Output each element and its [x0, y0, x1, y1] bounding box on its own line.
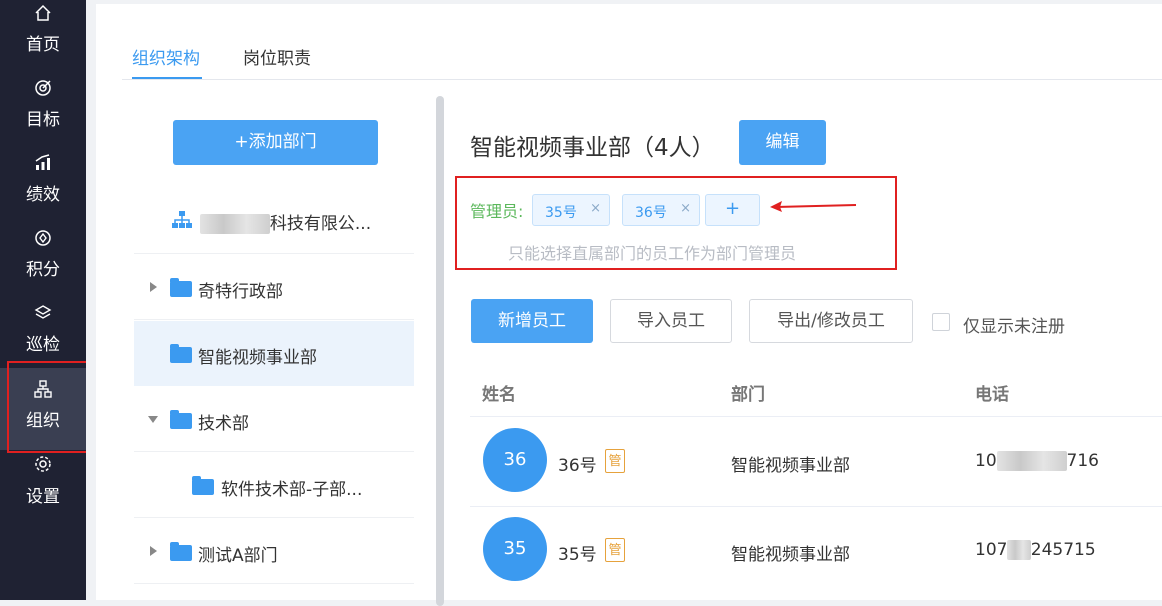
tab-org-structure[interactable]: 组织架构 [132, 44, 200, 69]
divider [134, 319, 414, 320]
tree-label: 智能视频事业部 [198, 348, 317, 368]
nav-label: 首页 [26, 35, 60, 55]
tab-job-duties[interactable]: 岗位职责 [243, 44, 311, 69]
nav-label: 绩效 [26, 185, 60, 205]
employee-phone: 107XX245715 [975, 540, 1096, 560]
unregistered-checkbox[interactable] [932, 313, 950, 331]
folder-icon [170, 410, 192, 429]
column-header-name: 姓名 [482, 385, 516, 405]
tree-label: 软件技术部-子部... [221, 480, 363, 500]
edit-button[interactable]: 编辑 [739, 120, 826, 165]
tree-label: 测试A部门 [198, 546, 278, 566]
caret-right-icon[interactable] [150, 546, 157, 556]
department-tree: +添加部门 XXXXXX科技有限公... 奇特行政部 智能视频事业部 技术部 [134, 94, 434, 604]
tree-item-tech-dept[interactable]: 技术部 [134, 387, 414, 452]
nav-label: 设置 [26, 487, 60, 507]
department-title: 智能视频事业部（4人） [470, 135, 715, 161]
employee-dept: 智能视频事业部 [731, 545, 850, 565]
nav-label: 目标 [26, 110, 60, 130]
export-employee-button[interactable]: 导出/修改员工 [749, 299, 913, 343]
tree-item-test-a[interactable]: 测试A部门 [134, 519, 414, 584]
main-area: 组织架构 岗位职责 +添加部门 XXXXXX科技有限公... 奇特行政部 智能视… [86, 0, 1162, 606]
table-divider [470, 416, 1162, 417]
tree-item-admin-dept[interactable]: 奇特行政部 [134, 255, 414, 320]
points-icon [35, 230, 51, 246]
nav-label: 巡检 [26, 335, 60, 355]
tree-item-software-subdept[interactable]: 软件技术部-子部... [134, 453, 414, 518]
divider [134, 451, 414, 452]
add-employee-button[interactable]: 新增员工 [471, 299, 593, 343]
unregistered-label: 仅显示未注册 [963, 317, 1065, 337]
tree-item-video-dept[interactable]: 智能视频事业部 [134, 321, 414, 386]
admin-badge: 管 [605, 538, 625, 562]
column-header-dept: 部门 [731, 385, 765, 405]
target-icon [35, 80, 51, 96]
home-icon [35, 4, 51, 21]
nav-item-points[interactable]: 积分 [0, 220, 86, 295]
add-department-button[interactable]: +添加部门 [173, 120, 378, 165]
table-divider [470, 506, 1162, 507]
tree-label: 奇特行政部 [198, 282, 283, 302]
nav-label: 积分 [26, 260, 60, 280]
nav-item-inspection[interactable]: 巡检 [0, 295, 86, 370]
annotation-box-admin [455, 176, 897, 270]
nav-item-home[interactable]: 首页 [0, 0, 86, 65]
avatar: 36 [483, 428, 547, 492]
caret-down-icon[interactable] [148, 416, 158, 423]
chart-icon [35, 154, 50, 170]
tree-label-company: XXXXXX科技有限公... [200, 209, 371, 234]
tree-scrollbar[interactable] [436, 96, 444, 606]
employee-name: 36号 [558, 456, 597, 476]
divider [134, 253, 414, 254]
caret-right-icon[interactable] [150, 282, 157, 292]
gear-icon [35, 456, 51, 472]
import-employee-button[interactable]: 导入员工 [610, 299, 732, 343]
redacted-name: XXXXXX [200, 214, 270, 234]
admin-badge: 管 [605, 449, 625, 473]
tab-divider [122, 79, 1162, 80]
employee-phone: 10XXXXXX716 [975, 451, 1099, 471]
column-header-phone: 电话 [975, 385, 1009, 405]
folder-icon [170, 344, 192, 363]
sidebar: 首页 目标 绩效 积分 巡检 组织 设置 [0, 0, 86, 600]
tab-active-indicator [132, 77, 202, 79]
nav-item-goal[interactable]: 目标 [0, 70, 86, 145]
redacted-phone: XX [1007, 540, 1031, 560]
divider [134, 517, 414, 518]
tree-item-company[interactable]: XXXXXX科技有限公... [134, 189, 414, 254]
divider [134, 583, 414, 584]
content-card: 组织架构 岗位职责 +添加部门 XXXXXX科技有限公... 奇特行政部 智能视… [96, 4, 1162, 606]
nav-item-settings[interactable]: 设置 [0, 450, 86, 525]
layers-icon [34, 305, 52, 319]
folder-icon [170, 278, 192, 297]
avatar: 35 [483, 517, 547, 581]
employee-name: 35号 [558, 545, 597, 565]
org-tree-icon [172, 211, 192, 228]
folder-icon [170, 542, 192, 561]
employee-dept: 智能视频事业部 [731, 456, 850, 476]
tree-label: 技术部 [198, 414, 249, 434]
folder-icon [192, 476, 214, 495]
redacted-phone: XXXXXX [996, 451, 1067, 471]
nav-item-performance[interactable]: 绩效 [0, 145, 86, 220]
